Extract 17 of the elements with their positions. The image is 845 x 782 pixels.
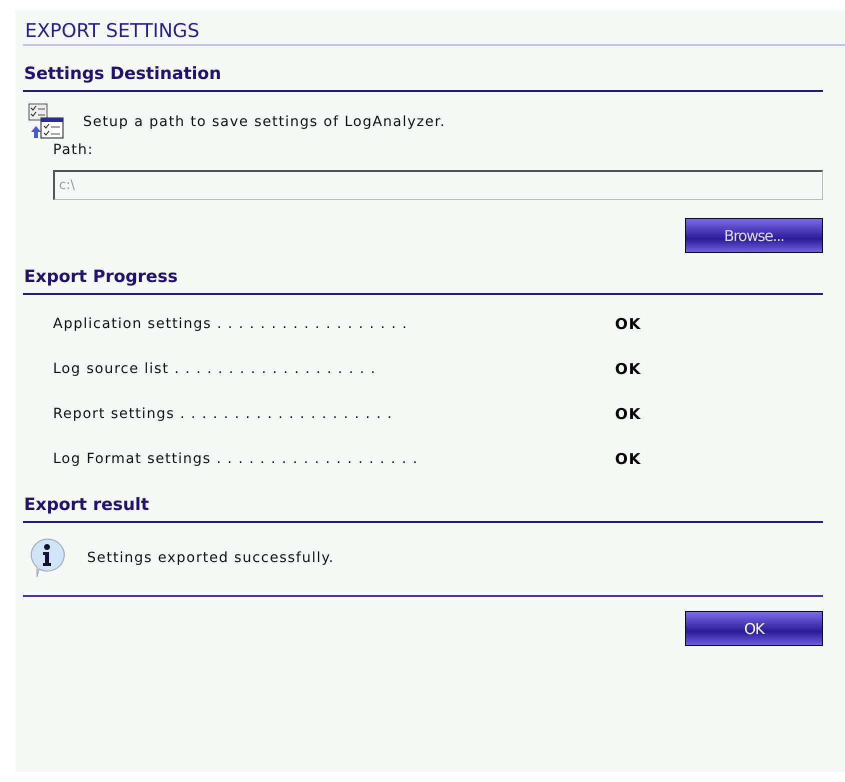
status-text: OK <box>615 404 642 422</box>
section-heading: Export result <box>23 495 823 523</box>
path-label: Path: <box>53 142 94 158</box>
progress-item: Log Format settings . . . . . . . . . . . . . . . . . . . <box>53 450 420 466</box>
description-text: Setup a path to save settings of LogAnalyzer. <box>83 114 446 130</box>
window-title: EXPORT SETTINGS <box>23 20 845 46</box>
ok-button[interactable]: OK <box>685 611 823 646</box>
status-text: OK <box>615 314 642 332</box>
progress-item: Log source list . . . . . . . . . . . . . . . . . . . <box>53 360 378 376</box>
browse-button[interactable]: Browse... <box>685 218 823 253</box>
progress-item: Report settings . . . . . . . . . . . . . . . . . . . . <box>53 406 394 422</box>
section-heading: Settings Destination <box>23 64 823 92</box>
result-message: Settings exported successfully. <box>87 550 334 566</box>
progress-item: Application settings . . . . . . . . . . . . . . . . . . <box>53 316 409 332</box>
section-heading: Export Progress <box>23 267 823 295</box>
status-text: OK <box>615 450 642 468</box>
status-text: OK <box>615 360 642 378</box>
